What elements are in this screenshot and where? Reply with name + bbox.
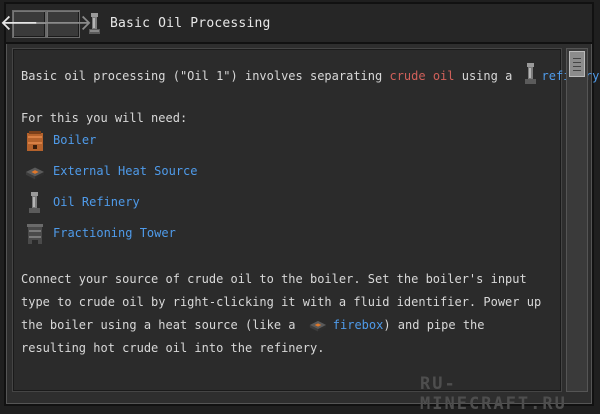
oil-refinery-icon <box>524 63 536 84</box>
fractioning-tower-icon <box>27 224 43 244</box>
boiler-link[interactable]: Boiler <box>53 131 96 149</box>
title-bar: 🡐 🡒 Basic Oil Processing <box>0 4 592 44</box>
firebox-link[interactable]: firebox <box>333 318 384 332</box>
arrow-right-icon: 🡒 <box>33 11 93 36</box>
firebox-icon <box>309 320 326 332</box>
oil-refinery-icon <box>89 13 100 34</box>
intro-text-part2: using a <box>454 69 520 83</box>
intro-text-part1: Basic oil processing ("Oil 1") involves … <box>21 69 390 83</box>
oil-refinery-link[interactable]: Oil Refinery <box>53 193 140 211</box>
page-title: Basic Oil Processing <box>110 16 271 31</box>
oil-refinery-icon <box>29 192 40 213</box>
scrollbar[interactable] <box>566 48 588 392</box>
requirements-heading: For this you will need: <box>21 111 188 125</box>
boiler-icon <box>27 131 43 151</box>
guide-window: 🡐 🡒 Basic Oil Processing Basic oil proce… <box>0 2 600 406</box>
instructions-text: Connect your source of crude oil to the … <box>21 268 551 360</box>
external-heat-source-link[interactable]: External Heat Source <box>53 162 198 180</box>
watermark: RU-MINECRAFT.RU <box>420 374 567 414</box>
scrollbar-thumb[interactable] <box>569 51 585 77</box>
intro-text: Basic oil processing ("Oil 1") involves … <box>21 63 600 85</box>
fractioning-tower-link[interactable]: Fractioning Tower <box>53 224 176 242</box>
heat-source-icon <box>25 167 45 180</box>
content-panel: Basic oil processing ("Oil 1") involves … <box>12 48 600 392</box>
crude-oil-highlight: crude oil <box>389 69 455 83</box>
forward-button[interactable]: 🡒 <box>34 10 93 38</box>
